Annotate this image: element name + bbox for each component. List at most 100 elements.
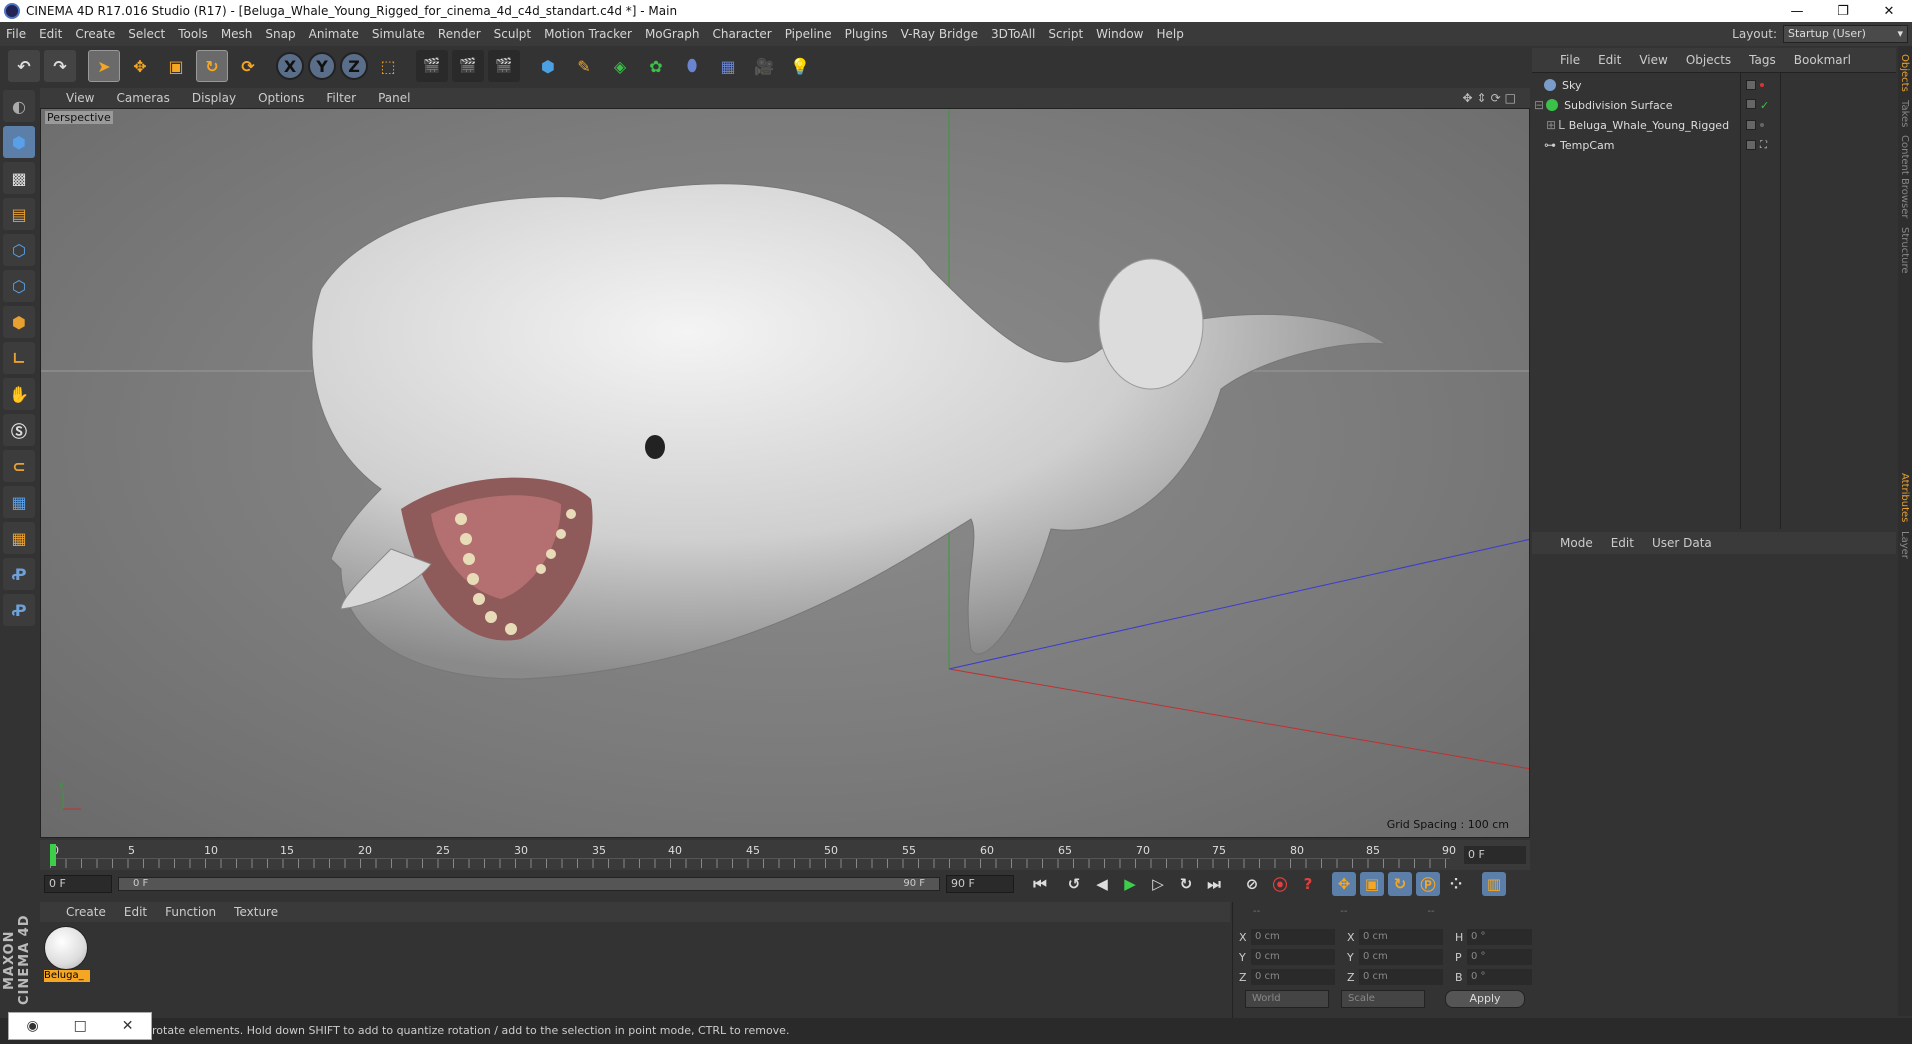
menu-file[interactable]: File bbox=[6, 27, 26, 41]
polygons-mode-icon[interactable]: ⬢ bbox=[3, 306, 35, 338]
camera-icon[interactable]: 🎥 bbox=[748, 50, 780, 82]
menu-window[interactable]: Window bbox=[1096, 27, 1143, 41]
undo-icon[interactable]: ↶ bbox=[8, 50, 40, 82]
edges-mode-icon[interactable]: ⬡ bbox=[3, 270, 35, 302]
viewport-menu-options[interactable]: Options bbox=[258, 91, 304, 105]
menu-pipeline[interactable]: Pipeline bbox=[785, 27, 832, 41]
playhead[interactable] bbox=[50, 844, 56, 866]
tab-layer[interactable]: Layer bbox=[1899, 531, 1910, 559]
material-swatch[interactable]: Beluga_ bbox=[44, 926, 90, 984]
mograph-cloner-icon[interactable]: ✿ bbox=[640, 50, 672, 82]
goto-start-icon[interactable]: ⏮ bbox=[1028, 872, 1052, 896]
light-icon[interactable]: 💡 bbox=[784, 50, 816, 82]
deformer-icon[interactable]: ⬮ bbox=[676, 50, 708, 82]
expand-toggle-icon[interactable]: ⊟ bbox=[1534, 98, 1544, 112]
layout-dropdown[interactable]: Startup (User) bbox=[1783, 25, 1908, 43]
current-frame-field[interactable]: 0 F bbox=[1464, 846, 1526, 864]
material-menu-function[interactable]: Function bbox=[165, 905, 216, 919]
z-axis-lock-icon[interactable]: Z bbox=[340, 52, 368, 80]
attribute-menu-user-data[interactable]: User Data bbox=[1652, 536, 1712, 550]
python-script-2-icon[interactable]: Ꝓ bbox=[3, 594, 35, 626]
c4d-taskbar-icon[interactable]: ◉ bbox=[26, 1018, 38, 1034]
workplane-mode-icon[interactable]: ▤ bbox=[3, 198, 35, 230]
timeline-ruler[interactable]: 0 5 10 15 20 25 30 35 40 45 50 55 60 65 … bbox=[40, 840, 1530, 870]
object-menu-tags[interactable]: Tags bbox=[1749, 53, 1776, 67]
next-key-icon[interactable]: ↻ bbox=[1174, 872, 1198, 896]
position-x-field[interactable]: 0 cm bbox=[1251, 929, 1335, 945]
tab-content-browser[interactable]: Content Browser bbox=[1899, 135, 1910, 218]
menu-sculpt[interactable]: Sculpt bbox=[494, 27, 531, 41]
layer-flag[interactable] bbox=[1746, 139, 1756, 150]
object-row-beluga[interactable]: ⊞ L Beluga_Whale_Young_Rigged bbox=[1532, 115, 1896, 135]
tab-attributes[interactable]: Attributes bbox=[1899, 473, 1910, 522]
apply-button[interactable]: Apply bbox=[1445, 990, 1525, 1008]
workplane-lock-icon[interactable]: ▦ bbox=[3, 486, 35, 518]
select-arrow-icon[interactable]: ➤ bbox=[88, 50, 120, 82]
menu-edit[interactable]: Edit bbox=[39, 27, 62, 41]
object-row-sky[interactable]: Sky bbox=[1532, 75, 1896, 95]
viewport-menu-view[interactable]: View bbox=[66, 91, 94, 105]
end-frame-field[interactable]: 90 F bbox=[946, 875, 1014, 893]
key-position-icon[interactable]: ✥ bbox=[1332, 872, 1356, 896]
menu-mograph[interactable]: MoGraph bbox=[645, 27, 700, 41]
expand-toggle-icon[interactable]: ⊞ bbox=[1546, 118, 1556, 132]
record-active-icon[interactable]: ⦿ bbox=[1268, 872, 1292, 896]
menu-help[interactable]: Help bbox=[1156, 27, 1183, 41]
tab-structure[interactable]: Structure bbox=[1899, 227, 1910, 274]
texture-mode-icon[interactable]: ▩ bbox=[3, 162, 35, 194]
previous-frame-icon[interactable]: ◀ bbox=[1090, 872, 1114, 896]
menu-render[interactable]: Render bbox=[438, 27, 481, 41]
recent-tool-icon[interactable]: ⟳ bbox=[232, 50, 264, 82]
object-menu-view[interactable]: View bbox=[1639, 53, 1667, 67]
make-editable-icon[interactable]: ◐ bbox=[3, 90, 35, 122]
object-menu-file[interactable]: File bbox=[1560, 53, 1580, 67]
size-x-field[interactable]: 0 cm bbox=[1359, 929, 1443, 945]
key-scale-icon[interactable]: ▣ bbox=[1360, 872, 1384, 896]
viewport-menu-panel[interactable]: Panel bbox=[378, 91, 410, 105]
object-menu-bookmarks[interactable]: Bookmarl bbox=[1794, 53, 1851, 67]
menu-script[interactable]: Script bbox=[1048, 27, 1083, 41]
subdivision-surface-icon[interactable]: ◈ bbox=[604, 50, 636, 82]
menu-select[interactable]: Select bbox=[128, 27, 165, 41]
python-script-icon[interactable]: Ꝓ bbox=[3, 558, 35, 590]
taskbar-close-icon[interactable]: ✕ bbox=[122, 1018, 134, 1034]
locked-workplane-icon[interactable]: ▦ bbox=[3, 522, 35, 554]
close-button[interactable]: ✕ bbox=[1866, 4, 1912, 19]
coordinate-system-icon[interactable]: ⬚ bbox=[372, 50, 404, 82]
record-keys-off-icon[interactable]: ⊘ bbox=[1240, 872, 1264, 896]
render-picture-viewer-icon[interactable]: 🎬 bbox=[452, 50, 484, 82]
menu-snap[interactable]: Snap bbox=[265, 27, 295, 41]
key-parameter-icon[interactable]: Ⓟ bbox=[1416, 872, 1440, 896]
perspective-viewport[interactable]: Perspective y Grid Spacing: 100 cm bbox=[40, 108, 1530, 838]
play-forward-icon[interactable]: ▶ bbox=[1118, 872, 1142, 896]
layer-flag[interactable] bbox=[1746, 120, 1756, 130]
visibility-dot[interactable] bbox=[1760, 123, 1764, 127]
viewport-menu-filter[interactable]: Filter bbox=[326, 91, 356, 105]
viewport-menu-display[interactable]: Display bbox=[192, 91, 236, 105]
tab-takes[interactable]: Takes bbox=[1899, 100, 1910, 127]
preview-range-slider[interactable]: 0 F 90 F bbox=[118, 877, 940, 891]
attribute-menu-edit[interactable]: Edit bbox=[1611, 536, 1634, 550]
layer-flag[interactable] bbox=[1746, 98, 1756, 109]
menu-character[interactable]: Character bbox=[712, 27, 771, 41]
material-menu-edit[interactable]: Edit bbox=[124, 905, 147, 919]
render-settings-icon[interactable]: 🎬 bbox=[488, 50, 520, 82]
y-axis-lock-icon[interactable]: Y bbox=[308, 52, 336, 80]
menu-vray-bridge[interactable]: V-Ray Bridge bbox=[901, 27, 978, 41]
size-mode-dropdown[interactable]: Scale bbox=[1341, 990, 1425, 1008]
material-menu-texture[interactable]: Texture bbox=[234, 905, 278, 919]
model-mode-icon[interactable]: ⬢ bbox=[3, 126, 35, 158]
timeline-window-icon[interactable]: ▥ bbox=[1482, 872, 1506, 896]
move-tool-icon[interactable]: ✥ bbox=[124, 50, 156, 82]
position-z-field[interactable]: 0 cm bbox=[1251, 969, 1335, 985]
goto-end-icon[interactable]: ⏭ bbox=[1202, 872, 1226, 896]
snap-magnet-icon[interactable]: ⊂ bbox=[3, 450, 35, 482]
size-z-field[interactable]: 0 cm bbox=[1359, 969, 1443, 985]
object-row-subdivision-surface[interactable]: ⊟ Subdivision Surface ✓ bbox=[1532, 95, 1896, 115]
object-menu-edit[interactable]: Edit bbox=[1598, 53, 1621, 67]
previous-key-icon[interactable]: ↺ bbox=[1062, 872, 1086, 896]
material-menu-create[interactable]: Create bbox=[66, 905, 106, 919]
layer-flag[interactable] bbox=[1746, 80, 1756, 90]
tweak-mode-icon[interactable]: ✋ bbox=[3, 378, 35, 410]
viewport-menu-cameras[interactable]: Cameras bbox=[116, 91, 169, 105]
